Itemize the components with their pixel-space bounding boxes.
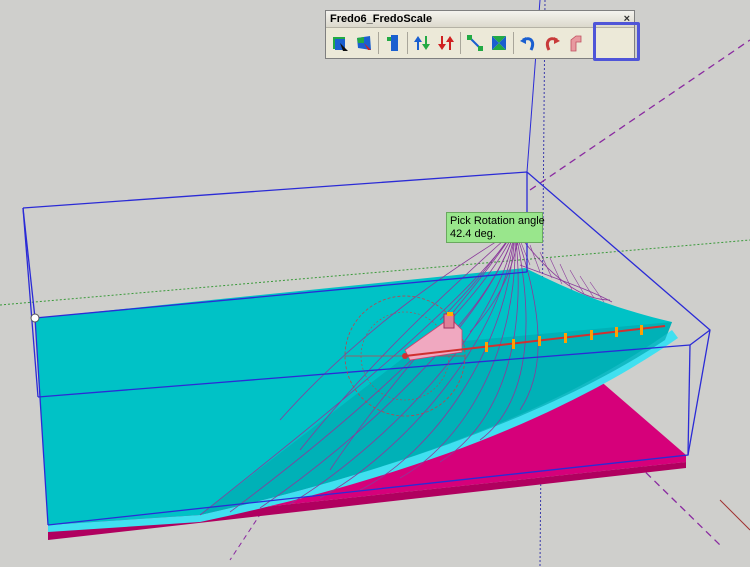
tapered-scale-icon xyxy=(357,36,371,50)
redo-icon xyxy=(545,37,560,51)
tapered-scale-button[interactable] xyxy=(353,32,375,54)
guide-line-upper xyxy=(529,39,750,191)
bend-button[interactable] xyxy=(488,32,510,54)
plane-shear-button[interactable] xyxy=(435,32,457,54)
undo-icon xyxy=(520,37,535,51)
redo-button[interactable] xyxy=(541,32,563,54)
box-scale-button[interactable] xyxy=(329,32,351,54)
toolbar-title[interactable]: Fredo6_FredoScale × xyxy=(326,11,634,28)
radial-bend-button[interactable] xyxy=(464,32,486,54)
red-axis xyxy=(719,499,750,531)
undo-button[interactable] xyxy=(517,32,539,54)
rotation-tooltip: Pick Rotation angle 42.4 deg. xyxy=(446,212,545,243)
toolbar-title-label: Fredo6_FredoScale xyxy=(330,13,433,25)
model-viewport[interactable] xyxy=(0,0,750,567)
rotate-pick-button[interactable] xyxy=(565,32,587,54)
toolbar-separator xyxy=(378,32,379,54)
toolbar-separator xyxy=(513,32,514,54)
bend-icon xyxy=(492,36,506,50)
stretch-icon xyxy=(387,35,398,51)
corner-handle[interactable] xyxy=(30,313,40,323)
box-scale-icon xyxy=(333,37,348,51)
tooltip-title: Pick Rotation angle xyxy=(450,215,545,227)
tooltip-angle-value: 42.4 deg. xyxy=(450,228,496,240)
highlighted-button-frame xyxy=(593,22,640,61)
fredoscale-toolbar: Fredo6_FredoScale × xyxy=(325,10,635,59)
scene-drawing xyxy=(0,0,750,567)
twist-button[interactable] xyxy=(411,32,433,54)
radial-bend-icon xyxy=(467,35,483,51)
toolbar-button-row xyxy=(326,28,634,54)
stretch-button[interactable] xyxy=(382,32,404,54)
toolbar-separator xyxy=(407,32,408,54)
plane-shear-icon xyxy=(438,36,454,50)
rotate-pick-icon xyxy=(570,35,582,52)
twist-icon xyxy=(414,36,430,50)
toolbar-separator xyxy=(460,32,461,54)
